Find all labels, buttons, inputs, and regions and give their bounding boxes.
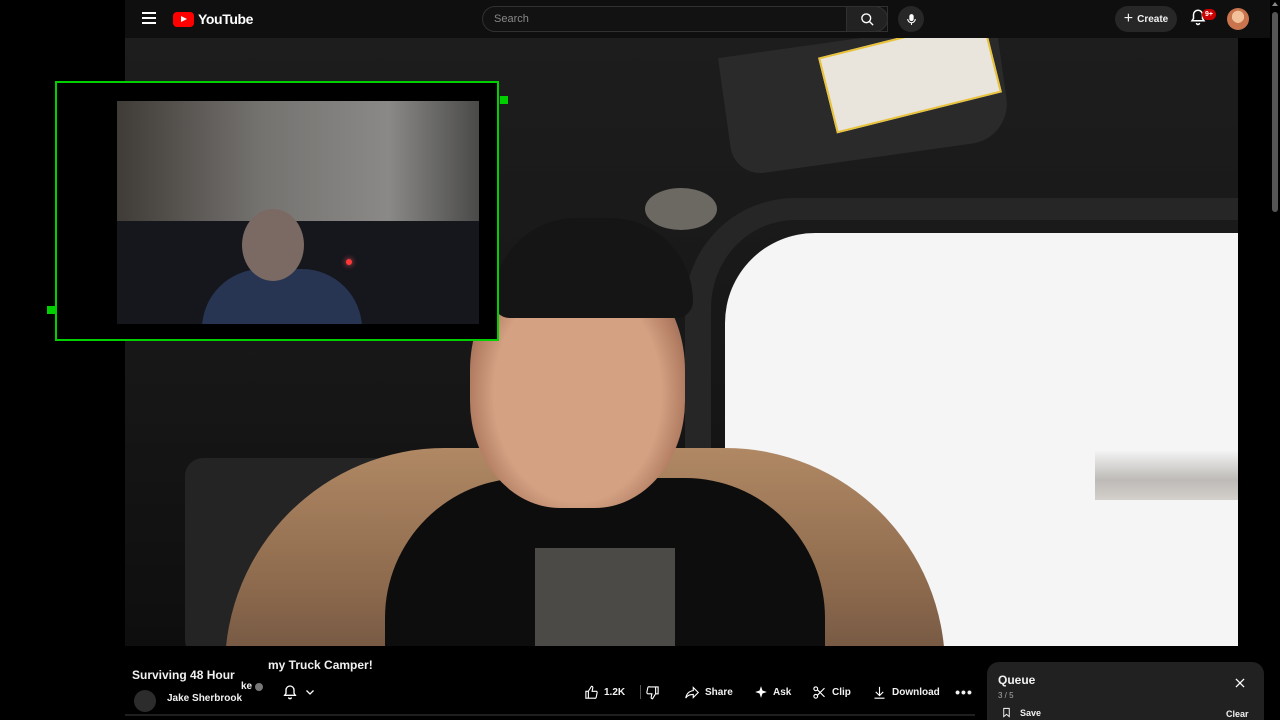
thumbs-down-icon (646, 685, 659, 699)
webcam-overlay[interactable] (55, 81, 499, 341)
queue-close-button[interactable] (1233, 676, 1249, 692)
close-icon (1235, 678, 1245, 688)
bell-icon (283, 685, 297, 700)
bookmark-icon (1003, 707, 1010, 718)
scissors-icon (813, 685, 825, 699)
bottom-divider (125, 714, 975, 716)
video-shirt (535, 548, 675, 646)
youtube-logo[interactable]: YouTube (173, 10, 253, 28)
like-count: 1.2K (604, 686, 626, 698)
resize-handle-top-right[interactable] (500, 96, 508, 104)
share-icon (685, 685, 700, 699)
more-horizontal-icon: ••• (955, 684, 973, 700)
create-label: Create (1137, 13, 1169, 25)
chevron-down-icon (306, 690, 314, 695)
ask-button[interactable]: Ask (754, 681, 791, 703)
voice-search-button[interactable] (898, 6, 924, 32)
ask-label: Ask (773, 686, 792, 698)
clip-button[interactable]: Clip (812, 681, 851, 703)
account-avatar[interactable] (1227, 8, 1249, 30)
video-dome-light (645, 188, 717, 230)
download-label: Download (892, 686, 940, 698)
subscription-bell-button[interactable] (282, 681, 330, 703)
create-button[interactable]: + Create (1115, 6, 1177, 32)
queue-save-button[interactable]: Save (1001, 706, 1041, 719)
channel-avatar[interactable] (134, 690, 156, 712)
search-button[interactable] (846, 6, 888, 32)
scroll-up-arrow-icon[interactable] (1272, 2, 1278, 8)
queue-panel: Queue 3 / 5 Save Clear (987, 662, 1264, 720)
webcam-red-light (346, 259, 352, 265)
scrollbar-thumb[interactable] (1272, 12, 1278, 212)
channel-name[interactable]: Jake Sherbrook (167, 693, 242, 704)
logo-text: YouTube (198, 11, 254, 27)
video-title: Surviving 48 Hour (132, 668, 235, 682)
search-input[interactable] (483, 7, 887, 31)
webcam-feed (117, 101, 479, 324)
search-icon (860, 12, 874, 26)
microphone-icon (906, 13, 916, 25)
dislike-button[interactable] (645, 681, 660, 703)
video-title-continued: my Truck Camper! (268, 658, 373, 672)
channel-name-fragment: ke (241, 681, 253, 692)
share-button[interactable]: Share (684, 681, 733, 703)
plus-icon: + (1123, 10, 1134, 27)
download-button[interactable]: Download (872, 681, 940, 703)
masthead: YouTube + Create 9+ (125, 0, 1280, 38)
clip-label: Clip (832, 686, 851, 698)
like-dislike-divider (640, 685, 641, 699)
queue-count: 3 / 5 (998, 691, 1014, 700)
share-label: Share (705, 686, 733, 698)
search-box[interactable] (482, 6, 888, 32)
video-beanie (493, 218, 693, 318)
download-icon (874, 686, 885, 699)
queue-save-label: Save (1020, 707, 1042, 718)
youtube-play-icon (173, 11, 194, 27)
video-trees (1095, 450, 1238, 500)
resize-handle-mid-left[interactable] (47, 306, 55, 314)
verified-icon (255, 683, 263, 691)
webcam-person-head (242, 209, 304, 281)
like-button[interactable]: 1.2K (584, 681, 625, 703)
sparkle-icon (755, 686, 767, 698)
queue-title: Queue (998, 673, 1036, 687)
thumbs-up-icon (585, 685, 598, 699)
more-actions-button[interactable]: ••• (953, 681, 975, 703)
queue-clear-button[interactable]: Clear (1226, 709, 1249, 719)
hamburger-menu-icon[interactable] (139, 9, 159, 29)
notification-badge: 9+ (1202, 9, 1216, 20)
